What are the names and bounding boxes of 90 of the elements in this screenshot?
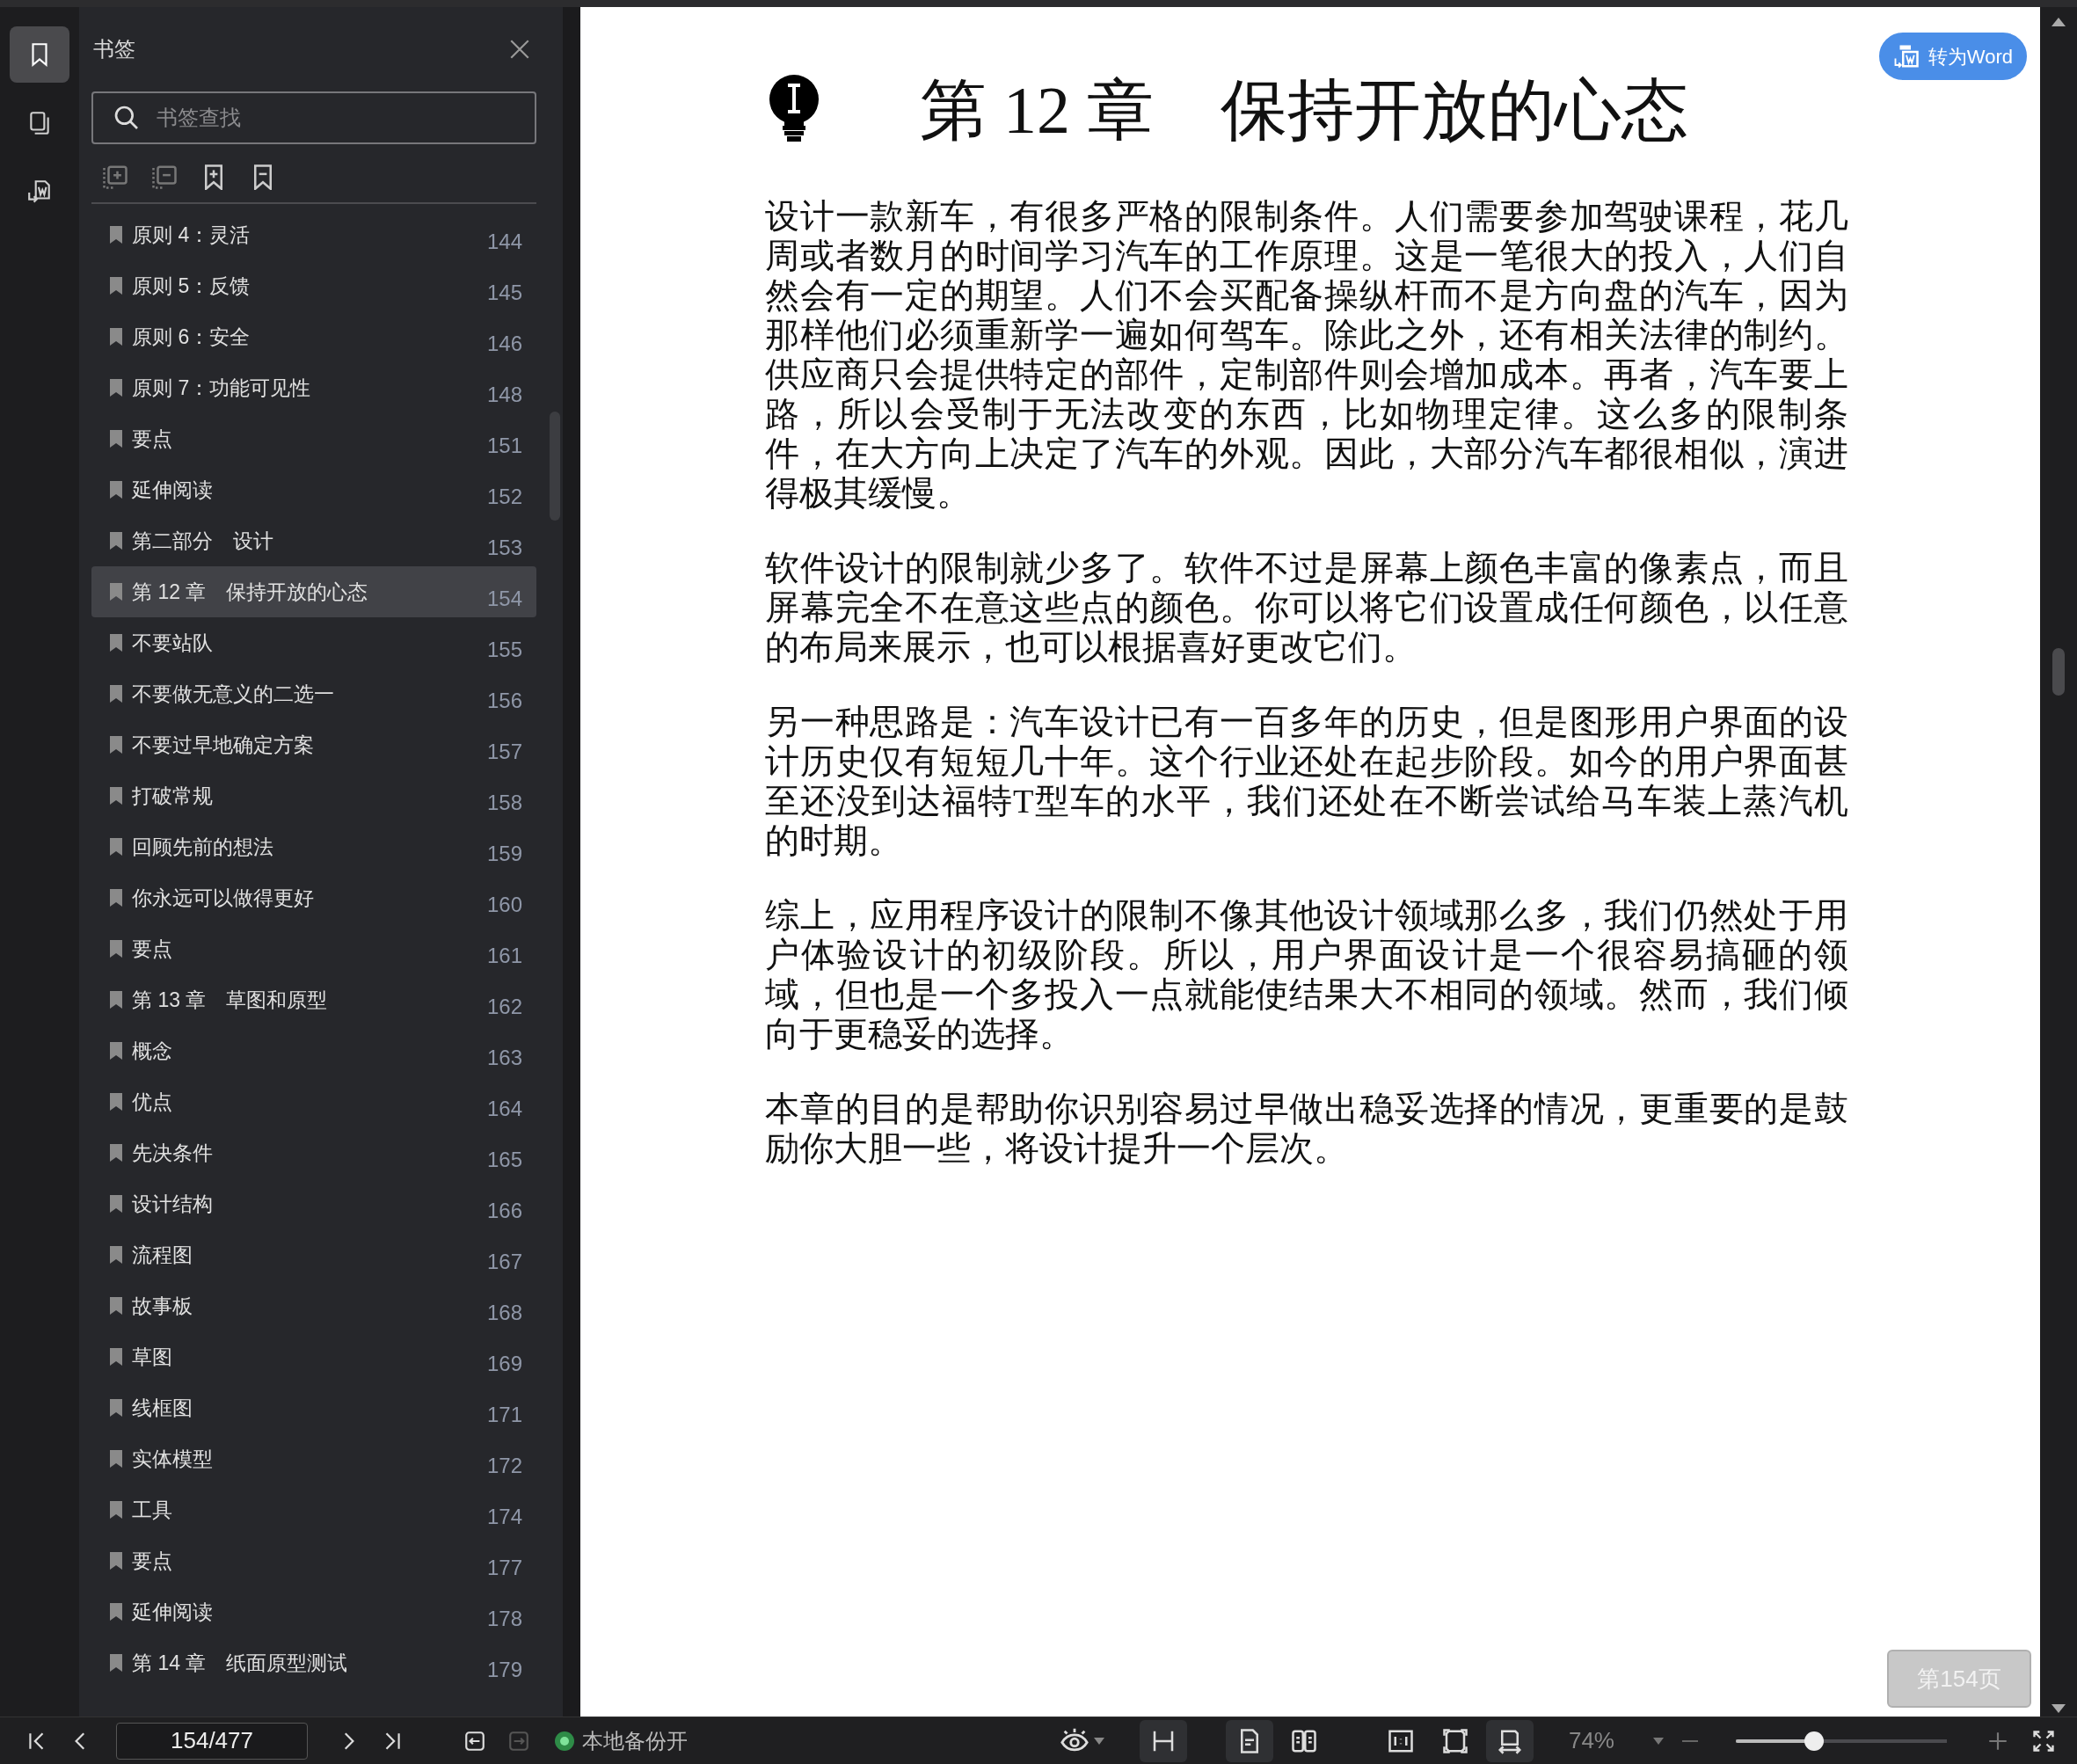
bookmark-icon (109, 1347, 123, 1367)
bookmark-icon (109, 1602, 123, 1622)
backup-status: 本地备份开 (582, 1727, 688, 1754)
view-mode-button[interactable] (1139, 1719, 1187, 1762)
sidebar-tab[interactable] (10, 26, 69, 83)
bookmark-item[interactable]: 原则 4：灵活 144 (91, 209, 536, 260)
close-icon (508, 38, 531, 61)
bookmark-item[interactable]: 要点 151 (91, 413, 536, 464)
bookmark-icon (109, 990, 123, 1010)
scroll-up-icon[interactable] (2051, 18, 2066, 26)
bookmark-item[interactable]: 第 14 章 纸面原型测试 179 (91, 1637, 536, 1688)
arrow-right-box-icon (507, 1729, 530, 1753)
page-field[interactable]: 154/477 (116, 1722, 308, 1760)
bookmark-item[interactable]: 不要过早地确定方案 157 (91, 719, 536, 770)
collapse-all-button[interactable] (151, 164, 178, 190)
bookmark-item[interactable]: 延伸阅读 152 (91, 464, 536, 515)
view-mode-button[interactable] (1485, 1719, 1534, 1762)
scrollbar-thumb[interactable] (2052, 648, 2065, 696)
search-field[interactable]: 书签查找 (91, 91, 536, 144)
bookmark-item[interactable]: 优点 164 (91, 1076, 536, 1127)
bookmark-item[interactable]: 设计结构 166 (91, 1178, 536, 1229)
bookmark-icon (109, 1551, 123, 1571)
bookmark-icon (109, 1092, 123, 1112)
bookmark-icon (109, 1653, 123, 1673)
bookmark-item[interactable]: 要点 177 (91, 1535, 536, 1586)
bookmark-icon (109, 429, 123, 448)
bookmark-icon (109, 1194, 123, 1214)
bookmark-item[interactable]: 原则 5：反馈 145 (91, 260, 536, 311)
bookmark-icon (109, 327, 123, 346)
view-mode-button[interactable] (1225, 1719, 1273, 1762)
plus-square-icon (102, 164, 128, 190)
bookmark-item[interactable]: 故事板 168 (91, 1280, 536, 1331)
body-paragraph: 设计一款新车，有很多严格的限制条件。人们需要参加驾驶课程，花几周或者数月的时间学习汽车的工作原理。这是一笔很大的投入，人们自然会有一定的期望。人们不会买配备操纵杆而不是方向盘的汽车，因为那样他们必须重新学一遍如何驾车。除此之外，还有相关法律的制约。供应商只会提供特定的部件，定制部件则会增加成本。再者，汽车要上路，所以会受制于无法改变的东西，比如物理定律。这么多的限制条件，在大方向上决定了汽车的外观。因此，大部分汽车都很相似，演进得极其缓慢。 (765, 197, 1848, 514)
bookmark-item[interactable]: 先决条件 165 (91, 1127, 536, 1178)
body-paragraph: 另一种思路是：汽车设计已有一百多年的历史，但是图形用户界面的设计历史仅有短短几十年。这个行业还处在起步阶段。如今的用户界面甚至还没到达福特T型车的水平，我们还处在不断尝试给马车装上蒸汽机的时期。 (765, 703, 1848, 861)
bookmark-item[interactable]: 打破常规 158 (91, 770, 536, 821)
bookmark-item[interactable]: 你永远可以做得更好 160 (91, 872, 536, 923)
bookmark-icon (109, 1143, 123, 1163)
bookmark-icon (109, 1449, 123, 1469)
bookmark-icon (109, 1296, 123, 1316)
panel-title: 书签 (93, 36, 135, 62)
bookmark-icon (109, 939, 123, 959)
bookmark-item[interactable]: 第 13 章 草图和原型 162 (91, 974, 536, 1025)
bookmark-icon (109, 378, 123, 397)
bookmark-item[interactable]: 原则 6：安全 146 (91, 311, 536, 362)
bookmark-icon (109, 276, 123, 295)
bookmark-item[interactable]: 要点 161 (91, 923, 536, 974)
slider-thumb[interactable] (1804, 1731, 1824, 1751)
document-convert-icon (1892, 43, 1920, 69)
bookmark-item[interactable]: 不要做无意义的二选一 156 (91, 668, 536, 719)
fit-page-icon (1441, 1727, 1468, 1754)
caret-down-icon (1093, 1737, 1104, 1745)
bookmark-item[interactable]: 延伸阅读 178 (91, 1586, 536, 1637)
bookmark-icon (109, 633, 123, 652)
arrow-left-box-icon (463, 1729, 486, 1753)
bookmark-item[interactable]: 第 12 章 保持开放的心态 154 (91, 566, 536, 617)
bookmark-item[interactable]: 草图 169 (91, 1331, 536, 1382)
body-paragraph: 软件设计的限制就少多了。软件不过是屏幕上颜色丰富的像素点，而且屏幕完全不在意这些点的颜色。你可以将它们设置成任何颜色，以任意的布局来展示，也可以根据喜好更改它们。 (765, 549, 1848, 667)
chapter-title: 第 12 章 保持开放的心态 (920, 72, 1688, 149)
bookmark-icon (109, 837, 123, 856)
bookmark-item[interactable]: 第二部分 设计 153 (91, 515, 536, 566)
bookmark-icon (109, 1041, 123, 1061)
bookmark-icon (109, 684, 123, 703)
bookmark-item[interactable]: 工具 174 (91, 1484, 536, 1535)
body-paragraph: 综上，应用程序设计的限制不像其他设计领域那么多，我们仍然处于用户体验设计的初级阶段。所以，用户界面设计是一个很容易搞砸的领域，但也是一个多投入一点就能使结果大不相同的领域。然而，我们倾向于更稳妥的选择。 (765, 896, 1848, 1054)
bookmark-icon (109, 480, 123, 499)
bookmark-icon (109, 735, 123, 754)
body-paragraph: 本章的目的是帮助你识别容易过早做出稳妥选择的情况，更重要的是鼓励你大胆一些，将设计提升一个层次。 (765, 1090, 1848, 1169)
bookmark-icon (109, 786, 123, 805)
bookmark-icon (109, 582, 123, 601)
caret-down-icon (1653, 1737, 1664, 1745)
bookmark-item[interactable]: 原则 7：功能可见性 148 (91, 362, 536, 413)
bookmark-icon (109, 225, 123, 244)
bookmark-item[interactable]: 回顾先前的想法 159 (91, 821, 536, 872)
fullscreen-icon (2031, 1728, 2056, 1753)
bookmark-icon (109, 1398, 123, 1418)
bookmark-item[interactable]: 线框图 171 (91, 1382, 536, 1433)
zoom-level: 74% (1568, 1726, 1614, 1755)
bookmark-icon (109, 888, 123, 908)
scroll-down-icon[interactable] (2051, 1704, 2066, 1713)
bookmark-icon (109, 531, 123, 550)
bookmark-item[interactable]: 不要站队 155 (91, 617, 536, 668)
bookmark-item[interactable]: 概念 163 (91, 1025, 536, 1076)
minus-square-icon (151, 164, 178, 190)
document-convert-icon (26, 179, 53, 205)
bookmark-icon (109, 1245, 123, 1265)
expand-all-button[interactable] (102, 164, 128, 190)
bookmark-item[interactable]: 流程图 167 (91, 1229, 536, 1280)
bookmark-icon (109, 1500, 123, 1520)
bookmark-item[interactable]: 实体模型 172 (91, 1433, 536, 1484)
